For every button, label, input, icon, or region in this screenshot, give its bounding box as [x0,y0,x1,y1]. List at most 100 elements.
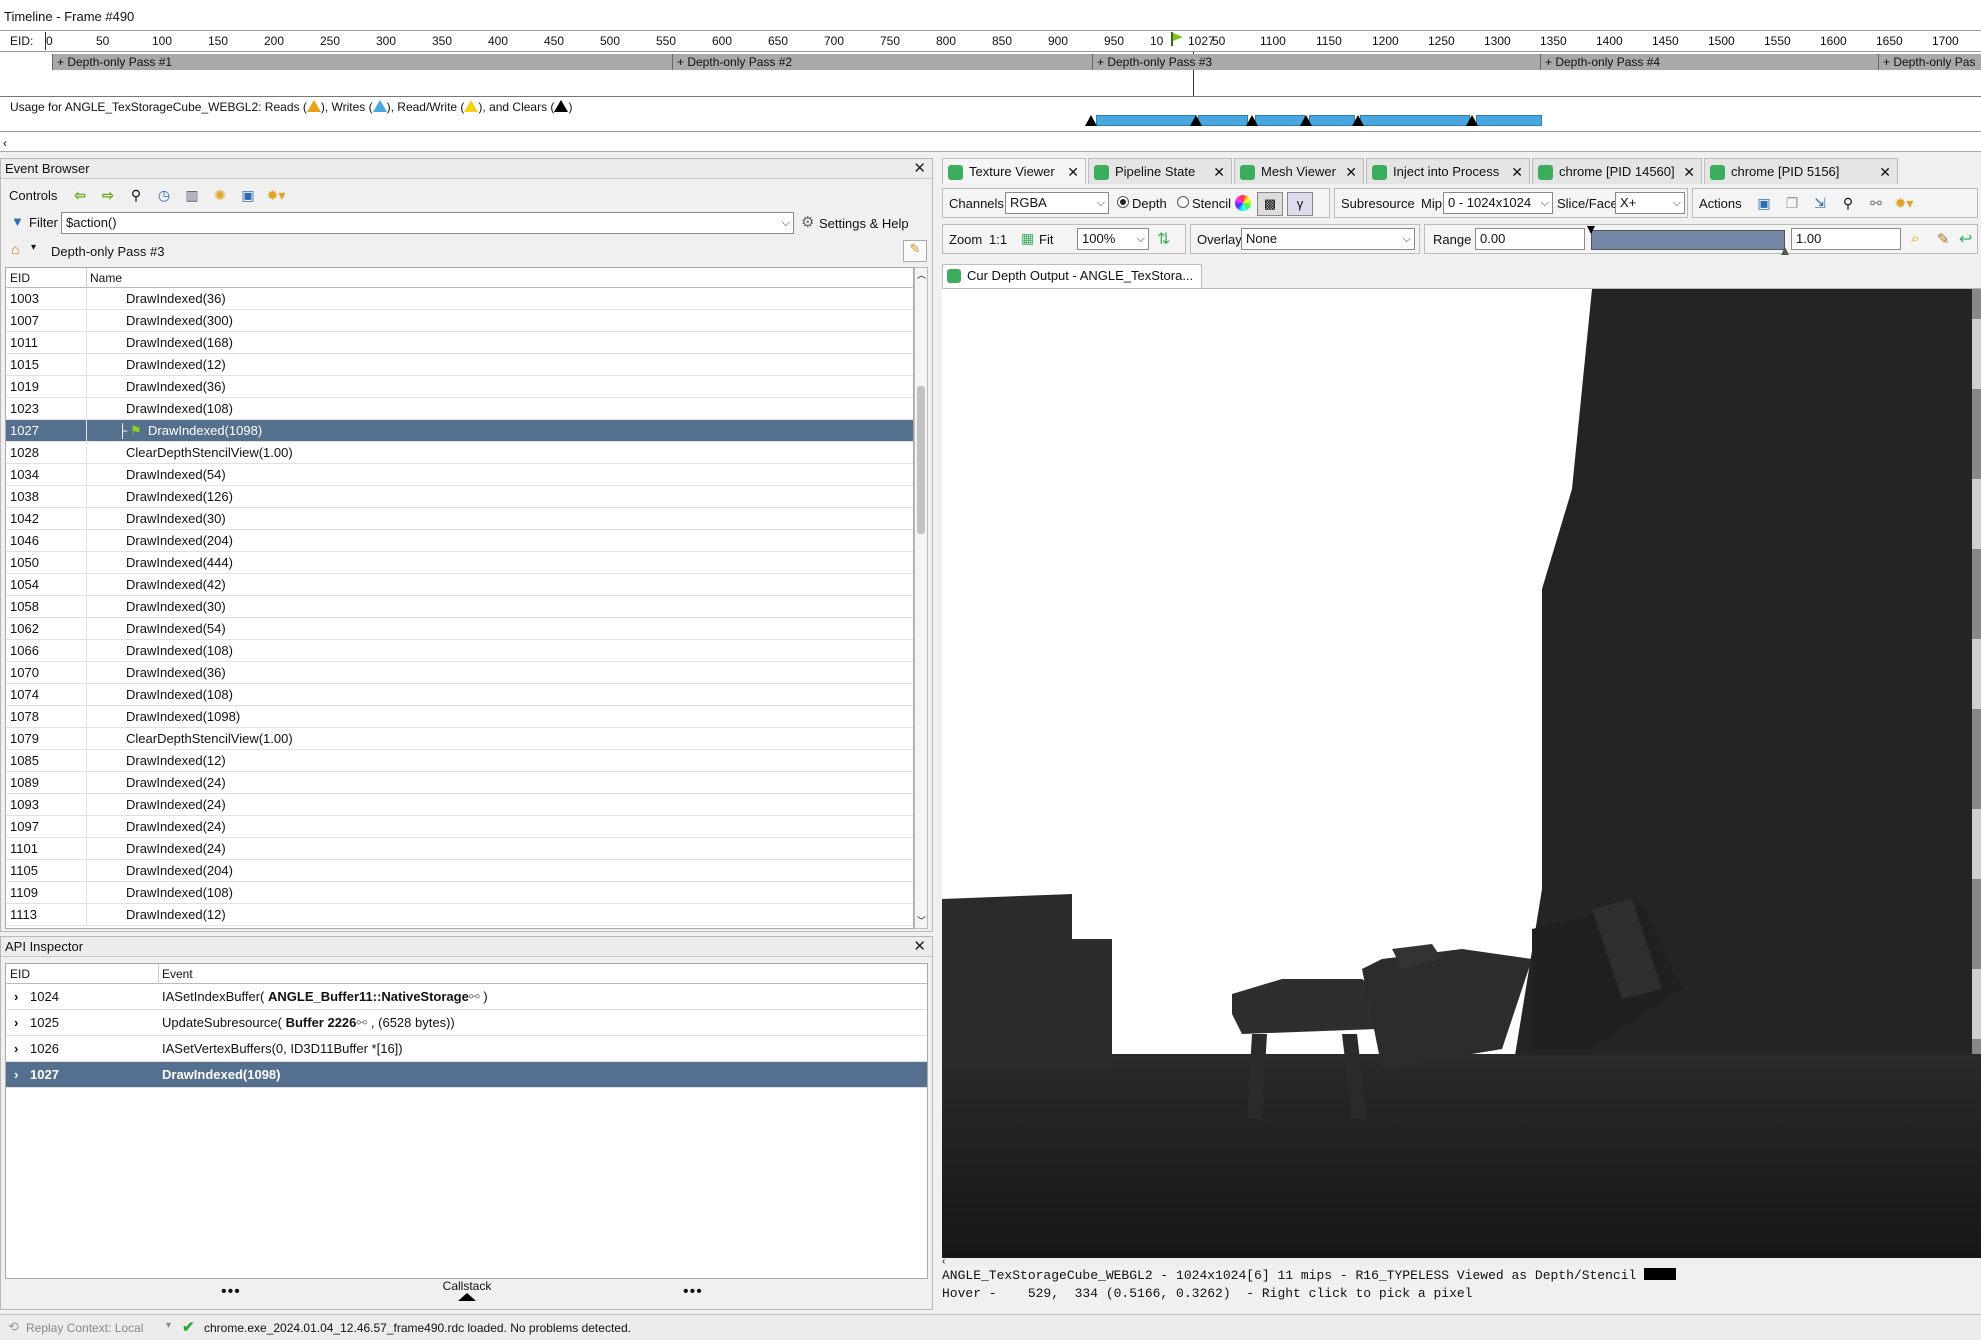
event-row[interactable]: 1007 DrawIndexed(300) [6,310,913,332]
event-row[interactable]: 1079 ClearDepthStencilView(1.00) [6,728,913,750]
settings-help-button[interactable]: Settings & Help [819,216,909,231]
timeline-pass-marker[interactable]: + Depth-only Pass #1 [52,54,672,70]
event-row[interactable]: 1109 DrawIndexed(108) [6,882,913,904]
close-icon[interactable]: ✕ [1879,159,1891,185]
save-icon[interactable]: ▣ [237,184,259,206]
zoom-1to1-button[interactable]: 1:1 [989,232,1007,247]
settings-help-gear-icon[interactable]: ⚙ [801,213,814,231]
pencil-icon[interactable]: ✎ [1937,230,1950,248]
link-icon[interactable]: ⚯ [1865,192,1887,214]
mip-select[interactable]: 0 - 1024x1024 ⌵ [1443,192,1553,214]
tab-inject-into-process[interactable]: Inject into Process ✕ [1366,158,1530,184]
range-max-input[interactable]: 1.00 [1791,228,1901,250]
more-dots-left[interactable]: ••• [221,1283,241,1301]
close-icon[interactable]: ✕ [913,938,926,956]
breadcrumb-item[interactable]: Depth-only Pass #3 [51,244,164,259]
tab-chrome-pid-5156[interactable]: chrome [PID 5156] ✕ [1704,158,1898,184]
event-row[interactable]: 1011 DrawIndexed(168) [6,332,913,354]
timeline-pass-marker[interactable]: + Depth-only Pas [1878,54,1981,70]
event-row[interactable]: 1070 DrawIndexed(36) [6,662,913,684]
event-row[interactable]: 1050 DrawIndexed(444) [6,552,913,574]
slice-face-select[interactable]: X+ ⌵ [1615,192,1685,214]
timeline-pass-marker[interactable]: + Depth-only Pass #3 [1092,54,1540,70]
timing-clock-icon[interactable]: ◷ [153,184,175,206]
zoom-select[interactable]: 100% ⌵ [1077,228,1149,250]
home-icon[interactable]: ⌂ [11,241,19,257]
event-row[interactable]: 1062 DrawIndexed(54) [6,618,913,640]
edit-notes-icon[interactable]: ✎ [903,240,927,262]
close-icon[interactable]: ✕ [1683,159,1695,185]
event-row[interactable]: 1113 DrawIndexed(12) [6,904,913,926]
api-row[interactable]: › 1025 UpdateSubresource( Buffer 2226⚯ , (… [6,1010,927,1036]
depth-radio[interactable] [1117,196,1129,208]
col-name-header[interactable]: Name [90,268,122,288]
event-row[interactable]: 1089 DrawIndexed(24) [6,772,913,794]
range-min-input[interactable]: 0.00 [1475,228,1585,250]
event-row[interactable]: 1105 DrawIndexed(204) [6,860,913,882]
texture-subtab[interactable]: Cur Depth Output - ANGLE_TexStora... [942,264,1202,288]
checkerboard-icon[interactable]: ▩ [1257,192,1283,216]
event-row[interactable]: 1058 DrawIndexed(30) [6,596,913,618]
auto-fit-zoom-icon[interactable]: ⌕ [1911,230,1919,247]
api-row[interactable]: › 1027 DrawIndexed(1098) [6,1062,927,1088]
event-row[interactable]: 1015 DrawIndexed(12) [6,354,913,376]
scrollbar-thumb[interactable] [917,386,925,534]
close-icon[interactable]: ✕ [1213,159,1225,185]
col-eid-header[interactable]: EID [10,268,30,288]
event-row[interactable]: 1028 ClearDepthStencilView(1.00) [6,442,913,464]
tab-pipeline-state[interactable]: Pipeline State ✕ [1088,158,1232,184]
event-row[interactable]: 1093 DrawIndexed(24) [6,794,913,816]
more-dots-right[interactable]: ••• [683,1283,703,1301]
gamma-button[interactable]: γ [1287,192,1313,216]
find-binoculars-icon[interactable]: ⚲ [1837,192,1859,214]
resource-link-icon[interactable]: ⚯ [356,1015,367,1030]
event-row[interactable]: 1046 DrawIndexed(204) [6,530,913,552]
tab-chrome-pid-14560[interactable]: chrome [PID 14560] ✕ [1532,158,1702,184]
event-row[interactable]: 1034 DrawIndexed(54) [6,464,913,486]
api-row[interactable]: › 1024 IASetIndexBuffer( ANGLE_Buffer11::N… [6,984,927,1010]
event-row[interactable]: 1101 DrawIndexed(24) [6,838,913,860]
tab-texture-viewer[interactable]: Texture Viewer ✕ [942,158,1086,184]
close-icon[interactable]: ✕ [1511,159,1523,185]
breadcrumb-dropdown-icon[interactable]: ▾ [31,242,36,253]
event-list-scrollbar[interactable]: ︿ ﹀ [914,267,928,929]
fit-button[interactable]: Fit [1039,232,1053,247]
scroll-down-arrow[interactable]: ﹀ [917,914,926,927]
col-eid-header[interactable]: EID [10,964,30,984]
settings-gear-dropdown-icon[interactable]: ✸▾ [1893,192,1915,214]
settings-gear-icon[interactable]: ✺ [209,184,231,206]
back-arrow-icon[interactable]: ⇦ [69,184,91,206]
event-row[interactable]: 1078 DrawIndexed(1098) [6,706,913,728]
col-event-header[interactable]: Event [162,964,193,984]
timeline-pass-marker[interactable]: + Depth-only Pass #4 [1540,54,1878,70]
range-slider-min-handle[interactable] [1587,226,1595,234]
range-slider[interactable] [1591,230,1785,250]
channels-select[interactable]: RGBA ⌵ [1005,192,1109,214]
open-in-icon[interactable]: ⇲ [1809,192,1831,214]
overlay-select[interactable]: None ⌵ [1241,228,1415,250]
callstack-toggle[interactable]: Callstack [441,1279,493,1301]
star-dropdown-icon[interactable]: ✸▾ [265,184,287,206]
color-wheel-icon[interactable] [1235,195,1251,211]
event-row[interactable]: 1097 DrawIndexed(24) [6,816,913,838]
replay-context-dropdown-icon[interactable]: ▾ [166,1320,171,1331]
reset-range-icon[interactable]: ↩ [1959,229,1972,249]
flip-vertical-icon[interactable]: ⇅ [1157,229,1170,249]
texture-viewport[interactable] [942,288,1981,1258]
replay-context[interactable]: Replay Context: Local [26,1321,143,1335]
expand-chevron-icon[interactable]: › [14,1062,18,1088]
timeline-pass-marker[interactable]: + Depth-only Pass #2 [672,54,1092,70]
event-row[interactable]: 1027 ├ ⚑ DrawIndexed(1098) [6,420,913,442]
event-row[interactable]: 1038 DrawIndexed(126) [6,486,913,508]
resource-link-icon[interactable]: ⚯ [469,989,480,1004]
range-slider-max-handle[interactable] [1781,247,1789,255]
event-row[interactable]: 1003 DrawIndexed(36) [6,288,913,310]
close-icon[interactable]: ✕ [1345,159,1357,185]
scroll-up-arrow[interactable]: ︿ [917,268,926,281]
event-row[interactable]: 1019 DrawIndexed(36) [6,376,913,398]
event-row[interactable]: 1054 DrawIndexed(42) [6,574,913,596]
save-texture-icon[interactable]: ▣ [1753,192,1775,214]
stencil-radio[interactable] [1177,196,1189,208]
viewport-hscroll[interactable]: ‹ [942,1257,1981,1267]
filter-input[interactable]: $action() ⌵ [61,212,794,234]
